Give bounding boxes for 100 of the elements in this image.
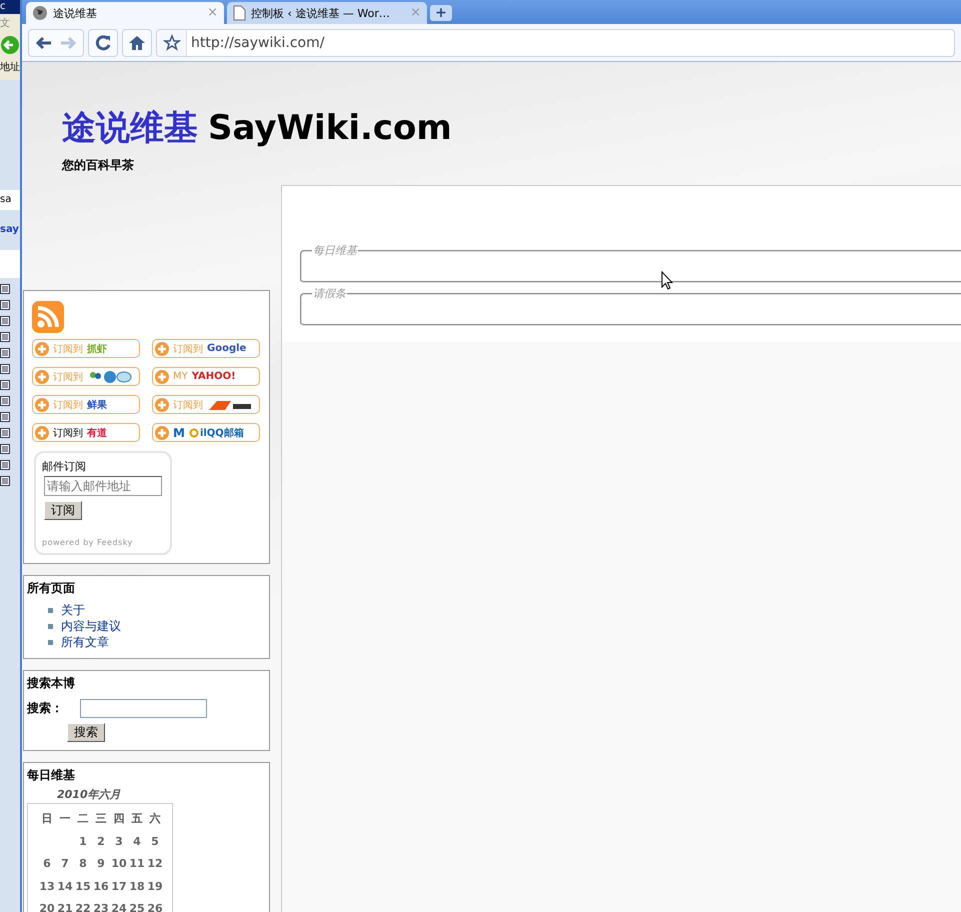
weekday-label: 六 [148, 811, 162, 827]
calendar-day: 9 [92, 855, 110, 878]
star-icon[interactable] [162, 34, 180, 52]
plus-icon [155, 398, 169, 412]
email-label: 邮件订阅 [42, 459, 86, 474]
feed-label: MY [173, 371, 188, 382]
reload-icon[interactable] [93, 34, 113, 52]
calendar-day: 22 [74, 900, 92, 912]
list-icon [0, 348, 10, 358]
list-icon [0, 332, 10, 342]
list-icon [0, 476, 10, 486]
window-title: c [0, 0, 6, 14]
subscribe-button[interactable]: 订阅到 鲜果 [32, 395, 140, 414]
list-icon [0, 444, 10, 454]
feed-label: 订阅到 [53, 370, 83, 384]
feed-logo: 抓虾 [87, 342, 107, 356]
calendar-day: 2 [92, 832, 110, 856]
globe-icon [32, 5, 48, 21]
weekday-label: 日 [40, 811, 54, 827]
calendar-caption: 2010年六月 [57, 787, 122, 802]
page-icon [233, 5, 246, 21]
list-icon [0, 380, 10, 390]
list-icon [0, 300, 10, 310]
list-icon [0, 428, 10, 438]
tab-title: 途说维基 [53, 6, 98, 20]
widget-title: 搜索本博 [27, 675, 76, 691]
section-legend: 每日维基 [312, 243, 358, 258]
calendar-day: 3 [110, 832, 128, 856]
calendar-day: 5 [146, 832, 164, 856]
calendar-day: 21 [56, 900, 74, 912]
address-label: 地址 [0, 61, 20, 75]
calendar-day: 7 [56, 855, 74, 878]
page-link[interactable]: 所有文章 [61, 634, 109, 650]
calendar-day: 1 [74, 832, 92, 856]
calendar-day: 6 [38, 855, 56, 878]
search-button[interactable]: 搜索 [67, 723, 105, 742]
address-bar[interactable]: http://saywiki.com/ [156, 28, 955, 56]
section-legend: 请假条 [312, 286, 347, 301]
feed-logo: YAHOO! [192, 371, 236, 382]
feed-label: 订阅到 [173, 342, 203, 356]
search-label: 搜索： [27, 700, 63, 717]
feed-logo: 鲜果 [87, 398, 107, 412]
browser-tab[interactable]: 途说维基 × [26, 2, 224, 24]
blank-panel [0, 250, 20, 278]
link-text[interactable]: say [0, 223, 19, 237]
new-tab-button[interactable]: + [430, 5, 452, 21]
calendar-day: 12 [146, 855, 164, 878]
bullet-icon [48, 624, 53, 628]
feed-label: 订阅到 [53, 426, 83, 440]
calendar-day: 17 [110, 878, 128, 900]
ring-icon [188, 428, 199, 438]
feed-logo: 有道 [87, 426, 107, 440]
calendar-day: 8 [74, 855, 92, 878]
subscribe-button[interactable]: 订阅 [44, 501, 82, 520]
feed-label: 订阅到 [173, 398, 203, 412]
plus-icon [155, 342, 169, 356]
calendar-day: 24 [110, 900, 128, 912]
weekday-label: 五 [130, 811, 144, 827]
search-field[interactable] [80, 699, 207, 718]
home-icon[interactable] [127, 34, 147, 52]
plus-icon [155, 426, 169, 440]
bullet-icon [48, 640, 53, 644]
subscribe-button[interactable]: M ilQQ邮箱 [152, 423, 260, 442]
widget-title: 所有页面 [27, 580, 76, 596]
calendar-day: 15 [74, 878, 92, 900]
list-icon [0, 284, 10, 294]
field-text: sa [0, 193, 12, 207]
subscribe-button[interactable]: 订阅到 Google [152, 339, 260, 358]
weekday-label: 二 [76, 811, 90, 827]
feed-label: 订阅到 [53, 398, 83, 412]
calendar-day: 14 [56, 878, 74, 900]
widget-title: 每日维基 [27, 767, 76, 783]
calendar-day: 4 [128, 832, 146, 856]
plus-icon [155, 370, 169, 384]
weekday-label: 三 [94, 811, 108, 827]
feed-label: M [173, 426, 185, 440]
calendar-day: 10 [110, 855, 128, 878]
calendar-day: 13 [38, 878, 56, 900]
calendar-day: 18 [128, 878, 146, 900]
calendar-day: 11 [128, 855, 146, 878]
page-link[interactable]: 关于 [61, 602, 85, 618]
subscribe-button[interactable]: 订阅到 有道 [32, 423, 140, 442]
list-icon [0, 396, 10, 406]
plus-icon [35, 426, 49, 440]
browser-tab[interactable]: 控制板 ‹ 途说维基 — Wor… × [227, 2, 427, 24]
plus-icon [35, 342, 49, 356]
subscribe-button[interactable]: MY YAHOO! [152, 367, 260, 386]
weekday-label: 四 [112, 811, 126, 827]
plus-icon [35, 370, 49, 384]
calendar-day: 16 [92, 878, 110, 900]
list-icon [0, 460, 10, 470]
site-title: 途说维基 SayWiki.com [62, 107, 453, 150]
calendar-day: 19 [146, 878, 164, 900]
mouse-cursor-icon [661, 271, 673, 291]
email-field[interactable]: 请输入邮件地址 [44, 476, 162, 496]
page-link[interactable]: 内容与建议 [61, 618, 121, 634]
list-icon [0, 316, 10, 326]
feed-label: 订阅到 [53, 342, 83, 356]
bullet-icon [48, 608, 53, 612]
weekday-label: 一 [58, 811, 72, 827]
